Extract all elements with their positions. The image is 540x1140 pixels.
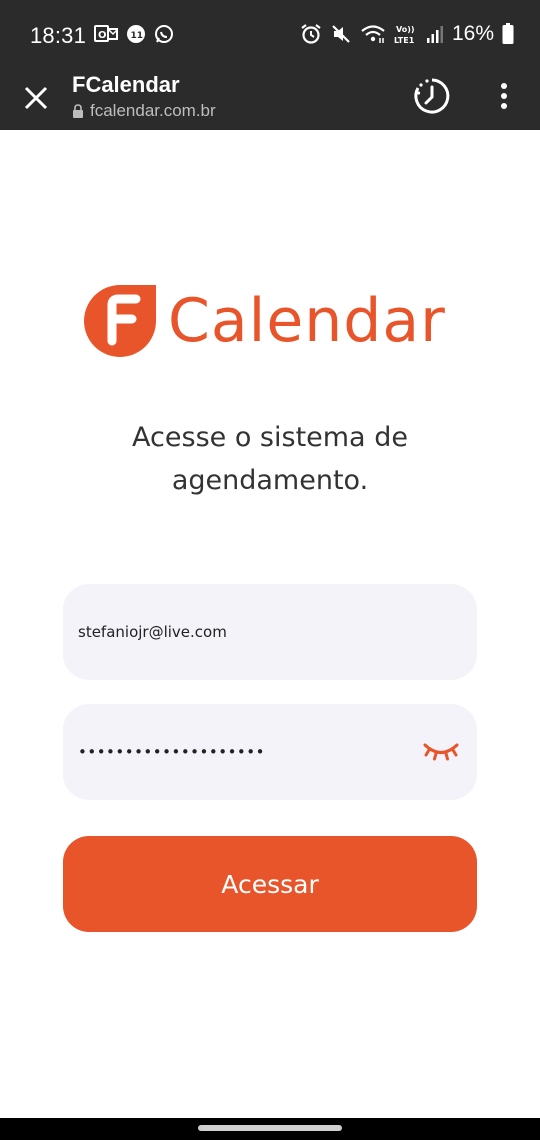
- lock-icon: [73, 104, 83, 118]
- email-field[interactable]: [78, 614, 408, 650]
- outlook-icon: O: [94, 24, 118, 44]
- login-heading: Acesse o sistema de agendamento.: [0, 416, 540, 502]
- submit-button[interactable]: Acessar: [63, 836, 477, 932]
- signal-icon: [426, 24, 444, 44]
- alarm-icon: [300, 23, 322, 45]
- url-text: fcalendar.com.br: [90, 101, 216, 120]
- logo-mark-icon: [84, 285, 156, 357]
- url-bar[interactable]: fcalendar.com.br: [72, 101, 216, 121]
- status-left-icons: O 11: [94, 24, 174, 44]
- heading-line-1: Acesse o sistema de: [132, 422, 408, 453]
- page-title: FCalendar: [72, 72, 180, 97]
- status-bar: 18:31 O 11 Vo)) LTE1 16%: [0, 0, 540, 70]
- eye-closed-icon: [423, 743, 459, 761]
- lte-icon: Vo)) LTE1: [394, 23, 418, 45]
- navigation-bar: [0, 1118, 540, 1140]
- heading-line-2: agendamento.: [171, 465, 369, 496]
- password-field-container: [63, 704, 477, 800]
- timer-button[interactable]: [412, 76, 452, 116]
- close-button[interactable]: [20, 82, 52, 114]
- svg-text:11: 11: [131, 31, 144, 41]
- wifi-icon: [360, 24, 386, 44]
- more-options-button[interactable]: [494, 80, 514, 112]
- whatsapp-icon: [154, 24, 174, 44]
- custom-tab-toolbar: FCalendar fcalendar.com.br: [0, 70, 540, 130]
- close-icon: [24, 86, 48, 110]
- toggle-password-visibility-button[interactable]: [423, 740, 459, 764]
- notification-badge-icon: 11: [126, 24, 146, 44]
- home-gesture-handle[interactable]: [198, 1125, 342, 1131]
- fcalendar-logo: Calendar: [84, 285, 464, 357]
- more-vert-icon: [501, 83, 507, 89]
- status-right-icons: Vo)) LTE1 16%: [300, 22, 514, 46]
- timer-icon: [414, 78, 450, 114]
- battery-percent: 16%: [451, 22, 494, 45]
- svg-text:LTE1: LTE1: [394, 36, 415, 45]
- mute-icon: [330, 23, 352, 45]
- svg-text:Vo)): Vo)): [396, 25, 415, 34]
- status-time: 18:31: [30, 23, 87, 48]
- password-field[interactable]: [78, 734, 408, 770]
- logo-text: Calendar: [168, 286, 446, 356]
- svg-text:O: O: [98, 30, 107, 41]
- email-field-container: [63, 584, 477, 680]
- battery-icon: [502, 23, 514, 45]
